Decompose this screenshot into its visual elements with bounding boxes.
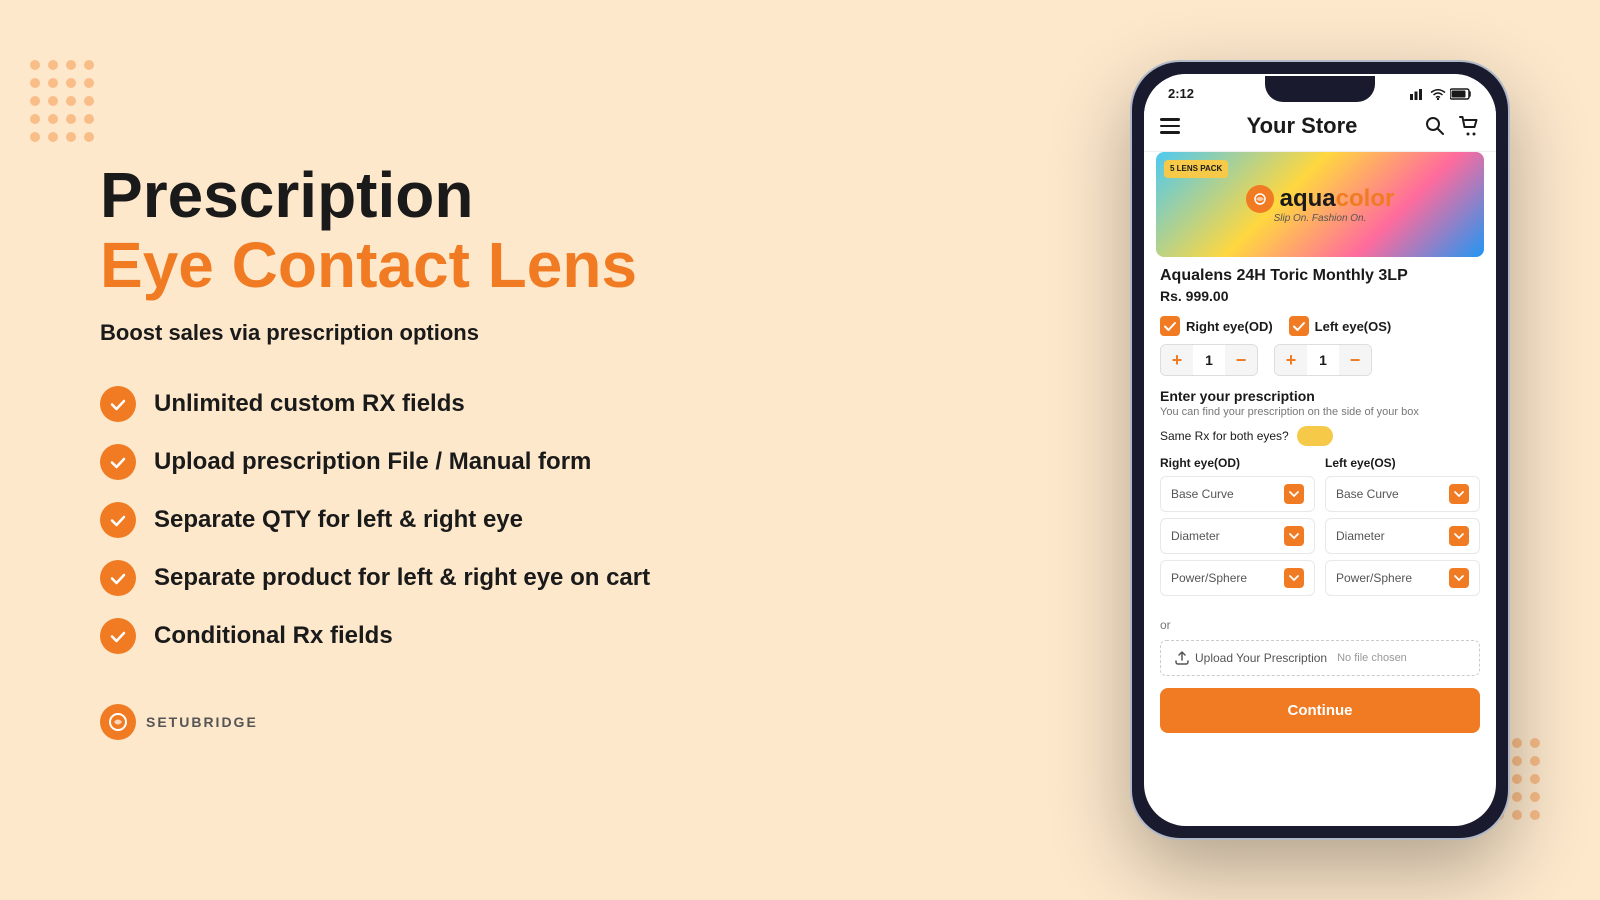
phone-mockup: 2:12 [1130,60,1510,840]
upload-icon [1175,651,1189,665]
feature-text-5: Conditional Rx fields [154,622,393,650]
logo-area: SETUBRIDGE [100,704,1040,740]
search-icon[interactable] [1424,115,1446,137]
right-power-text: Power/Sphere [1171,571,1247,585]
feature-item-3: Separate QTY for left & right eye [100,502,1040,538]
feature-text-2: Upload prescription File / Manual form [154,448,591,476]
rx-col-right: Right eye(OD) Base Curve Diameter [1160,456,1315,602]
right-base-curve-chevron [1284,484,1304,504]
status-icons [1410,88,1472,100]
feature-item-1: Unlimited custom RX fields [100,386,1040,422]
left-diameter-text: Diameter [1336,529,1385,543]
product-name: Aqualens 24H Toric Monthly 3LP [1160,267,1480,285]
same-rx-label: Same Rx for both eyes? [1160,429,1289,443]
left-diameter-select[interactable]: Diameter [1325,518,1480,554]
signal-icon [1410,88,1426,100]
upload-filename: No file chosen [1337,652,1407,664]
rx-columns: Right eye(OD) Base Curve Diameter [1160,456,1480,602]
prescription-subtitle: You can find your prescription on the si… [1160,406,1480,418]
same-rx-row: Same Rx for both eyes? [1160,426,1480,446]
subtitle: Boost sales via prescription options [100,320,1040,346]
feature-item-5: Conditional Rx fields [100,618,1040,654]
check-icon-5 [100,618,136,654]
decorative-dots-topleft [30,60,94,142]
left-diameter-chevron [1449,526,1469,546]
check-icon-3 [100,502,136,538]
upload-area[interactable]: Upload Your Prescription No file chosen [1160,640,1480,676]
logo-icon [100,704,136,740]
right-diameter-text: Diameter [1171,529,1220,543]
app-header: Your Store [1144,105,1496,152]
brand-name: aquacolor [1280,185,1395,213]
feature-text-1: Unlimited custom RX fields [154,390,465,418]
product-image-area: 5 LENS PACK aquacolor Slip On. Fashion O… [1156,152,1484,257]
feature-text-4: Separate product for left & right eye on… [154,564,650,592]
check-icon-4 [100,560,136,596]
battery-icon [1450,88,1472,100]
right-qty-value: 1 [1193,345,1225,375]
left-base-curve-select[interactable]: Base Curve [1325,476,1480,512]
brand-tagline: Slip On. Fashion On. [1274,213,1367,224]
app-title: Your Store [1247,113,1358,139]
product-info: Aqualens 24H Toric Monthly 3LP Rs. 999.0… [1144,257,1496,312]
rx-col-right-header: Right eye(OD) [1160,456,1315,470]
same-rx-toggle[interactable] [1297,426,1333,446]
phone-notch [1265,76,1375,102]
feature-text-3: Separate QTY for left & right eye [154,506,523,534]
cart-icon[interactable] [1458,115,1480,137]
left-power-chevron [1449,568,1469,588]
header-icons [1424,115,1480,137]
check-icon-2 [100,444,136,480]
rx-col-left: Left eye(OS) Base Curve Diameter [1325,456,1480,602]
status-time: 2:12 [1168,86,1194,101]
right-base-curve-select[interactable]: Base Curve [1160,476,1315,512]
rx-col-left-header: Left eye(OS) [1325,456,1480,470]
right-diameter-chevron [1284,526,1304,546]
right-eye-selector[interactable]: Right eye(OD) [1160,316,1273,336]
hamburger-menu[interactable] [1160,118,1180,134]
qty-row: + 1 − + 1 − [1144,340,1496,380]
title-line1: Prescription [100,160,1040,230]
brand-logo-icon [1246,185,1274,213]
left-eye-selector[interactable]: Left eye(OS) [1289,316,1392,336]
upload-btn[interactable]: Upload Your Prescription [1175,651,1327,665]
left-qty-control[interactable]: + 1 − [1274,344,1372,376]
left-base-curve-text: Base Curve [1336,487,1399,501]
upload-label: Upload Your Prescription [1195,651,1327,665]
left-qty-plus[interactable]: + [1275,345,1307,375]
prescription-section: Enter your prescription You can find you… [1144,380,1496,614]
eye-selectors: Right eye(OD) Left eye(OS) [1144,312,1496,340]
right-power-select[interactable]: Power/Sphere [1160,560,1315,596]
left-qty-value: 1 [1307,345,1339,375]
left-power-select[interactable]: Power/Sphere [1325,560,1480,596]
left-panel: Prescription Eye Contact Lens Boost sale… [0,0,1100,900]
left-eye-checkbox[interactable] [1289,316,1309,336]
left-power-text: Power/Sphere [1336,571,1412,585]
left-eye-label: Left eye(OS) [1315,319,1392,334]
logo-text: SETUBRIDGE [146,714,258,730]
right-power-chevron [1284,568,1304,588]
feature-item-2: Upload prescription File / Manual form [100,444,1040,480]
right-qty-control[interactable]: + 1 − [1160,344,1258,376]
right-qty-plus[interactable]: + [1161,345,1193,375]
wifi-icon [1430,88,1446,100]
check-icon-1 [100,386,136,422]
title-line2: Eye Contact Lens [100,230,1040,300]
prescription-title: Enter your prescription [1160,388,1480,404]
lens-pack-badge: 5 LENS PACK [1164,160,1228,178]
right-eye-label: Right eye(OD) [1186,319,1273,334]
features-list: Unlimited custom RX fields Upload prescr… [100,386,1040,654]
product-price: Rs. 999.00 [1160,288,1480,304]
right-base-curve-text: Base Curve [1171,487,1234,501]
feature-item-4: Separate product for left & right eye on… [100,560,1040,596]
right-diameter-select[interactable]: Diameter [1160,518,1315,554]
left-base-curve-chevron [1449,484,1469,504]
right-qty-minus[interactable]: − [1225,345,1257,375]
phone-screen: 2:12 [1144,74,1496,826]
left-qty-minus[interactable]: − [1339,345,1371,375]
right-eye-checkbox[interactable] [1160,316,1180,336]
continue-button[interactable]: Continue [1160,688,1480,733]
or-divider: or [1144,614,1496,636]
